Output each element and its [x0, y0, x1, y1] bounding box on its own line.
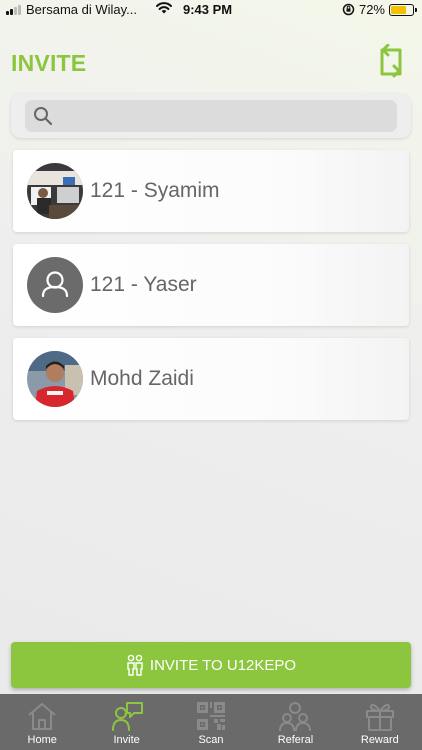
- tab-reward[interactable]: Reward: [338, 694, 422, 750]
- tab-label: Invite: [113, 734, 140, 746]
- tab-label: Referal: [277, 734, 314, 746]
- tab-label: Home: [27, 734, 57, 746]
- search-field[interactable]: [25, 100, 397, 132]
- tab-label: Reward: [360, 734, 399, 746]
- contact-name: 121 - Yaser: [90, 273, 197, 296]
- invite-button[interactable]: INVITE TO U12KEPO: [11, 642, 411, 688]
- status-bar: Bersama di Wilay... 9:43 PM 72%: [0, 0, 422, 20]
- avatar-photo: [27, 351, 83, 407]
- contact-item[interactable]: 121 - Syamim: [13, 150, 409, 232]
- sync-icon: [380, 44, 402, 78]
- invite-icon: [111, 702, 143, 731]
- battery-info: 72%: [342, 2, 417, 17]
- tab-label: Scan: [198, 734, 224, 746]
- contact-name: 121 - Syamim: [90, 179, 220, 202]
- qr-code-icon: [197, 702, 226, 730]
- tab-scan[interactable]: Scan: [169, 694, 253, 750]
- people-icon: [127, 654, 143, 676]
- tab-invite[interactable]: Invite: [84, 694, 168, 750]
- contact-item[interactable]: Mohd Zaidi: [13, 338, 409, 420]
- contact-item[interactable]: 121 - Yaser: [13, 244, 409, 326]
- group-icon: [279, 702, 312, 732]
- search-input[interactable]: [59, 100, 397, 132]
- avatar-photo: [27, 163, 83, 219]
- carrier-name: Bersama di Wilay...: [26, 2, 138, 17]
- contact-name: Mohd Zaidi: [90, 367, 194, 390]
- battery-percent: 72%: [358, 2, 385, 17]
- tab-referal[interactable]: Referal: [253, 694, 337, 750]
- wifi-icon: [156, 2, 172, 14]
- signal-icon: [6, 4, 21, 15]
- page-title: INVITE: [11, 50, 87, 76]
- tab-home[interactable]: Home: [0, 694, 84, 750]
- invite-button-label: INVITE TO U12KEPO: [149, 656, 297, 674]
- gift-icon: [365, 703, 394, 731]
- orientation-lock-icon: [342, 3, 355, 16]
- battery-icon: [389, 3, 417, 16]
- tab-bar: Home Invite Scan Referal Reward: [0, 694, 422, 750]
- default-avatar-icon: [27, 257, 83, 313]
- sync-button[interactable]: [372, 44, 410, 80]
- clock: 9:43 PM: [183, 2, 233, 17]
- search-bar: [11, 94, 411, 138]
- search-icon: [34, 107, 53, 126]
- home-icon: [28, 703, 56, 730]
- carrier-info: Bersama di Wilay...: [6, 2, 137, 17]
